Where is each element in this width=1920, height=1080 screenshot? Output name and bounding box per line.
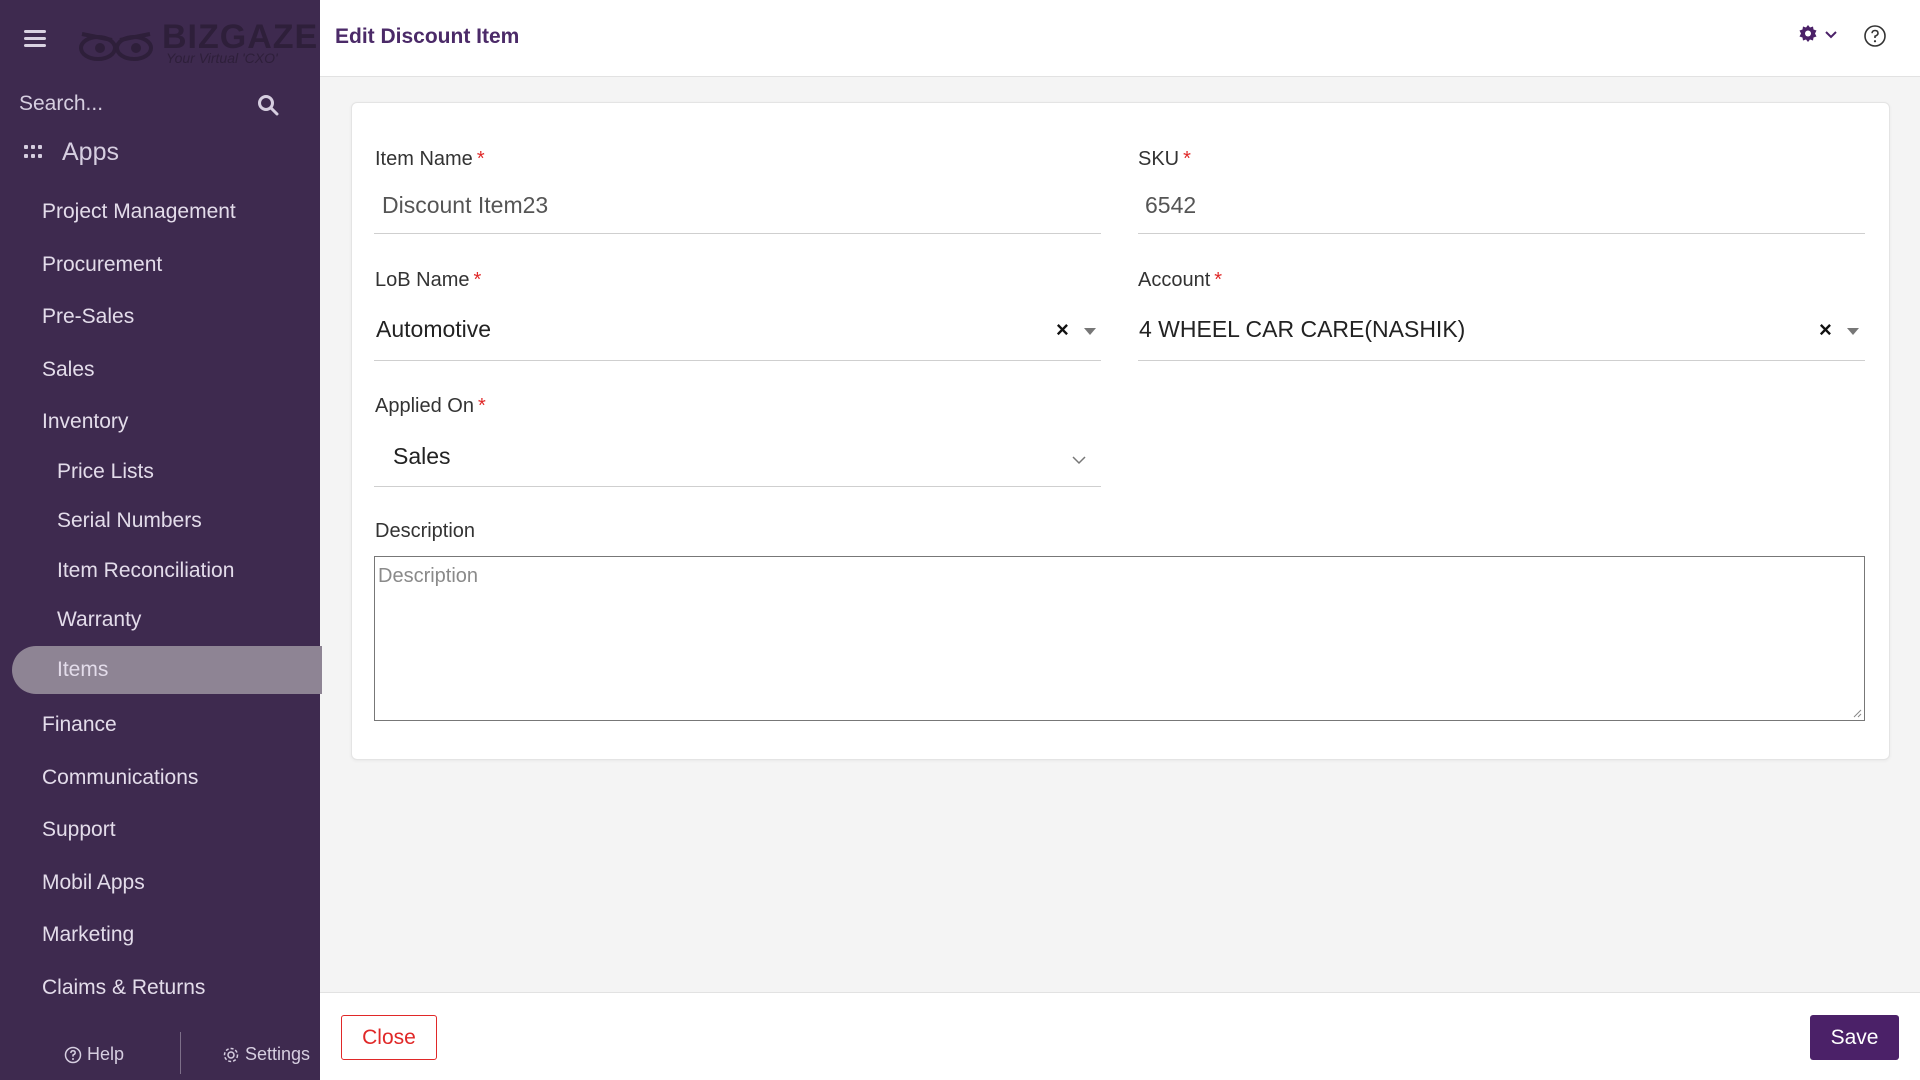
apps-grid-icon <box>24 145 44 159</box>
account-underline <box>1138 360 1865 361</box>
sidebar-item-items[interactable]: Items <box>57 658 108 682</box>
settings-gear-icon <box>223 1047 239 1062</box>
account-dropdown-icon[interactable] <box>1847 328 1859 335</box>
item-name-label-text: Item Name <box>375 148 473 170</box>
sku-input[interactable]: 6542 <box>1145 192 1196 219</box>
settings-label: Settings <box>245 1044 311 1064</box>
logo-eyes-icon <box>79 32 153 61</box>
required-mark: * <box>1214 269 1223 291</box>
search-icon[interactable] <box>257 94 279 116</box>
save-button[interactable]: Save <box>1810 1015 1899 1060</box>
sidebar-item-pre-sales[interactable]: Pre-Sales <box>42 305 134 329</box>
chevron-down-icon <box>1825 31 1837 39</box>
item-name-label: Item Name * <box>375 148 485 171</box>
close-button[interactable]: Close <box>341 1015 437 1060</box>
sidebar-item-finance[interactable]: Finance <box>42 713 117 737</box>
page-title: Edit Discount Item <box>335 25 520 48</box>
settings-link[interactable]: Settings <box>222 1044 310 1065</box>
sidebar-footer: Help Settings <box>0 1030 320 1080</box>
sidebar-item-serial-numbers[interactable]: Serial Numbers <box>57 509 202 533</box>
applied-on-underline <box>374 486 1101 487</box>
sidebar-item-procurement[interactable]: Procurement <box>42 253 162 277</box>
lob-name-label-text: LoB Name <box>375 269 470 291</box>
sidebar-item-marketing[interactable]: Marketing <box>42 923 134 947</box>
description-label: Description <box>375 520 476 542</box>
sidebar-item-claims-returns[interactable]: Claims & Returns <box>42 976 205 1000</box>
brand-logo[interactable]: BIZGAZE Your Virtual 'CXO' <box>76 18 317 68</box>
apps-label: Apps <box>62 137 119 166</box>
required-mark: * <box>1183 148 1191 170</box>
brand-tagline: Your Virtual 'CXO' <box>166 50 278 66</box>
sidebar: BIZGAZE Your Virtual 'CXO' Search... App… <box>0 0 322 1080</box>
sku-underline <box>1138 233 1865 234</box>
account-label: Account * <box>1138 269 1222 292</box>
sidebar-item-communications[interactable]: Communications <box>42 766 198 790</box>
apps-header[interactable]: Apps <box>24 134 119 170</box>
sidebar-header: BIZGAZE Your Virtual 'CXO' <box>0 0 320 80</box>
lob-name-clear-icon[interactable]: × <box>1056 317 1069 343</box>
search-placeholder: Search... <box>19 92 104 115</box>
account-clear-icon[interactable]: × <box>1819 317 1832 343</box>
sidebar-item-sales[interactable]: Sales <box>42 358 95 382</box>
menu-toggle-icon[interactable] <box>24 30 46 48</box>
item-name-input[interactable]: Discount Item23 <box>382 192 548 219</box>
description-textarea[interactable]: Description <box>374 556 1865 721</box>
sidebar-item-project-management[interactable]: Project Management <box>42 200 236 224</box>
footer-divider <box>180 1032 181 1074</box>
help-circle-icon <box>64 1046 82 1063</box>
gear-icon <box>1799 25 1817 42</box>
lob-name-underline <box>374 360 1101 361</box>
required-mark: * <box>477 395 486 417</box>
lob-name-label: LoB Name * <box>375 269 481 292</box>
required-mark: * <box>473 269 482 291</box>
description-placeholder: Description <box>378 565 479 587</box>
help-icon[interactable] <box>1863 24 1887 48</box>
sidebar-item-inventory[interactable]: Inventory <box>42 410 128 434</box>
account-select[interactable]: 4 WHEEL CAR CARE(NASHIK) <box>1139 316 1465 343</box>
resize-handle-icon[interactable] <box>1852 708 1862 718</box>
sidebar-item-price-lists[interactable]: Price Lists <box>57 460 154 484</box>
required-mark: * <box>476 148 485 170</box>
page-header: Edit Discount Item <box>320 0 1920 77</box>
sidebar-item-warranty[interactable]: Warranty <box>57 608 141 632</box>
account-label-text: Account <box>1138 269 1211 291</box>
sidebar-item-support[interactable]: Support <box>42 818 116 842</box>
applied-on-label: Applied On * <box>375 395 486 418</box>
sku-label-text: SKU <box>1138 148 1180 170</box>
sidebar-item-mobil-apps[interactable]: Mobil Apps <box>42 871 145 895</box>
lob-name-select[interactable]: Automotive <box>376 316 491 343</box>
help-label: Help <box>87 1044 125 1064</box>
lob-name-dropdown-icon[interactable] <box>1084 328 1096 335</box>
sidebar-search[interactable]: Search... <box>0 82 320 132</box>
form-footer: Close Save <box>320 992 1920 1080</box>
sku-label: SKU * <box>1138 148 1191 171</box>
settings-menu-button[interactable] <box>1798 24 1838 44</box>
sidebar-item-item-reconciliation[interactable]: Item Reconciliation <box>57 559 234 583</box>
applied-on-chevron-down-icon[interactable] <box>1071 455 1087 465</box>
help-link[interactable]: Help <box>64 1044 124 1065</box>
item-name-underline <box>374 233 1101 234</box>
applied-on-select[interactable]: Sales <box>393 443 451 470</box>
applied-on-label-text: Applied On <box>375 395 474 417</box>
